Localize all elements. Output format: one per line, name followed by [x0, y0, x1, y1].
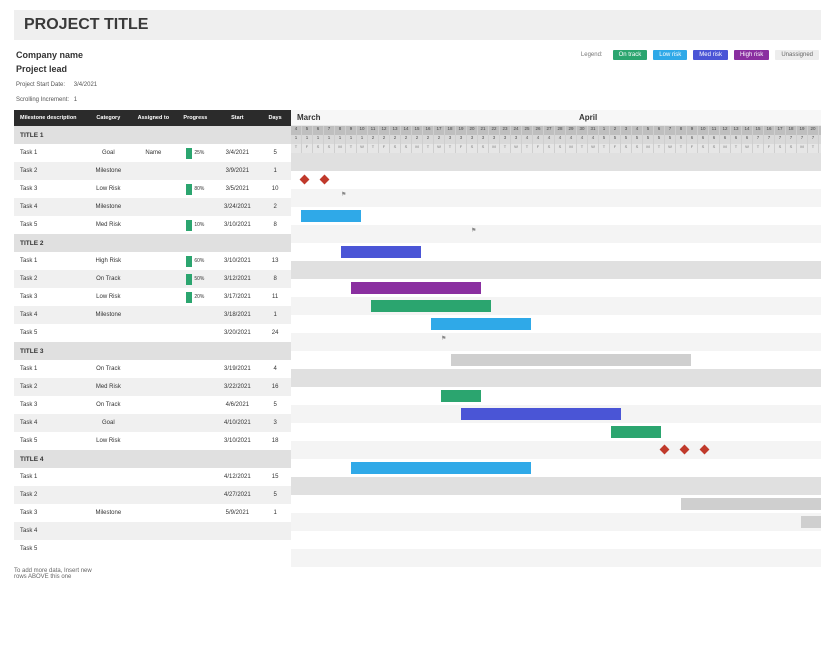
- gantt-section-row: [291, 261, 821, 279]
- milestone-flag: ⚑: [441, 335, 446, 342]
- table-row[interactable]: Task 4 Goal 4/10/2021 3: [14, 414, 291, 432]
- gantt-row: [291, 567, 821, 585]
- scroll-label: Scrolling Increment:: [16, 97, 71, 103]
- gantt-row: [291, 351, 821, 369]
- gantt-row: [291, 513, 821, 531]
- gantt-section-row: [291, 153, 821, 171]
- table-row[interactable]: Task 4 Milestone 3/24/2021 2: [14, 198, 291, 216]
- gantt-row: [291, 387, 821, 405]
- gantt-row: [291, 495, 821, 513]
- milestone-diamond[interactable]: [320, 175, 330, 185]
- start-date-value: 3/4/2021: [74, 82, 97, 88]
- dow-scale: TFSSMTWTFSSMTWTFSSMTWTFSSMTWTFSSMTWTFSSM…: [291, 144, 821, 153]
- table-row[interactable]: Task 2 On Track 50% 3/12/2021 8: [14, 270, 291, 288]
- table-row[interactable]: Task 2 Milestone 3/9/2021 1: [14, 162, 291, 180]
- col-progress: Progress: [175, 110, 215, 126]
- gantt-chart: March April 4567891011121314151617181920…: [291, 110, 821, 585]
- table-row[interactable]: Task 1 4/12/2021 15: [14, 468, 291, 486]
- milestone-diamond[interactable]: [680, 445, 690, 455]
- gantt-bar[interactable]: [801, 516, 821, 528]
- milestone-diamond[interactable]: [300, 175, 310, 185]
- gantt-bar[interactable]: [371, 300, 491, 312]
- gantt-row: [291, 279, 821, 297]
- gantt-row: [291, 441, 821, 459]
- table-row[interactable]: Task 1 On Track 3/19/2021 4: [14, 360, 291, 378]
- gantt-row: ⚑: [291, 333, 821, 351]
- section-row: TITLE 3: [14, 342, 291, 360]
- milestone-flag: ⚑: [471, 227, 476, 234]
- table-row[interactable]: Task 2 4/27/2021 5: [14, 486, 291, 504]
- legend-unassigned: Unassigned: [775, 50, 819, 60]
- gantt-section-row: [291, 369, 821, 387]
- project-lead: Project lead: [16, 64, 156, 74]
- start-date-label: Project Start Date:: [16, 82, 71, 88]
- gantt-bar[interactable]: [451, 354, 691, 366]
- gantt-bar[interactable]: [441, 390, 481, 402]
- task-table: Milestone description Category Assigned …: [14, 110, 291, 580]
- legend-lowrisk: Low risk: [653, 50, 687, 60]
- table-row[interactable]: Task 1 High Risk 60% 3/10/2021 13: [14, 252, 291, 270]
- table-row[interactable]: Task 5: [14, 540, 291, 558]
- table-row[interactable]: Task 1 Goal Name 25% 3/4/2021 5: [14, 144, 291, 162]
- col-start: Start: [216, 110, 260, 126]
- gantt-row: ⚑: [291, 225, 821, 243]
- gantt-bar[interactable]: [431, 318, 531, 330]
- milestone-flag: ⚑: [341, 191, 346, 198]
- gantt-row: ⚑: [291, 189, 821, 207]
- table-header: Milestone description Category Assigned …: [14, 110, 291, 126]
- gantt-section-row: [291, 477, 821, 495]
- company-name: Company name: [16, 50, 156, 60]
- table-row[interactable]: Task 3 On Track 4/6/2021 5: [14, 396, 291, 414]
- col-days: Days: [259, 110, 291, 126]
- table-row[interactable]: Task 4 Milestone 3/18/2021 1: [14, 306, 291, 324]
- footnote: To add more data, Insert new rows ABOVE …: [14, 568, 291, 580]
- milestone-diamond[interactable]: [700, 445, 710, 455]
- section-row: TITLE 2: [14, 234, 291, 252]
- month-march: March: [291, 110, 573, 125]
- month-header: March April: [291, 110, 821, 126]
- week-scale: 1111111222222233333334444444555555566666…: [291, 135, 821, 144]
- col-assigned: Assigned to: [131, 110, 175, 126]
- table-row[interactable]: Task 2 Med Risk 3/22/2021 16: [14, 378, 291, 396]
- gantt-row: [291, 171, 821, 189]
- gantt-bar[interactable]: [351, 462, 531, 474]
- gantt-row: [291, 531, 821, 549]
- gantt-row: [291, 243, 821, 261]
- gantt-bar[interactable]: [681, 498, 821, 510]
- gantt-bar[interactable]: [341, 246, 421, 258]
- scroll-value: 1: [74, 97, 77, 103]
- gantt-bar[interactable]: [611, 426, 661, 438]
- section-row: TITLE 4: [14, 450, 291, 468]
- gantt-row: [291, 297, 821, 315]
- gantt-bar[interactable]: [461, 408, 621, 420]
- table-row[interactable]: Task 5 Low Risk 3/10/2021 18: [14, 432, 291, 450]
- table-row[interactable]: Task 4: [14, 522, 291, 540]
- gantt-row: [291, 207, 821, 225]
- page-title: PROJECT TITLE: [14, 10, 821, 40]
- legend-ontrack: On track: [613, 50, 648, 60]
- day-scale: 4567891011121314151617181920212223242526…: [291, 126, 821, 135]
- table-row[interactable]: Task 3 Low Risk 20% 3/17/2021 11: [14, 288, 291, 306]
- table-row[interactable]: Task 3 Low Risk 80% 3/5/2021 10: [14, 180, 291, 198]
- gantt-row: [291, 405, 821, 423]
- gantt-row: [291, 423, 821, 441]
- gantt-row: [291, 459, 821, 477]
- col-description: Milestone description: [14, 110, 85, 126]
- legend-medrisk: Med risk: [693, 50, 728, 60]
- section-row: TITLE 1: [14, 126, 291, 144]
- legend-highrisk: High risk: [734, 50, 769, 60]
- gantt-bar[interactable]: [351, 282, 481, 294]
- table-row[interactable]: Task 3 Milestone 5/9/2021 1: [14, 504, 291, 522]
- gantt-bar[interactable]: [301, 210, 361, 222]
- month-april: April: [573, 110, 603, 125]
- legend-label: Legend:: [581, 52, 603, 58]
- table-row[interactable]: Task 5 3/20/2021 24: [14, 324, 291, 342]
- col-category: Category: [85, 110, 131, 126]
- milestone-diamond[interactable]: [660, 445, 670, 455]
- gantt-row: [291, 549, 821, 567]
- gantt-row: [291, 315, 821, 333]
- legend: Legend: On track Low risk Med risk High …: [581, 50, 819, 60]
- table-row[interactable]: Task 5 Med Risk 10% 3/10/2021 8: [14, 216, 291, 234]
